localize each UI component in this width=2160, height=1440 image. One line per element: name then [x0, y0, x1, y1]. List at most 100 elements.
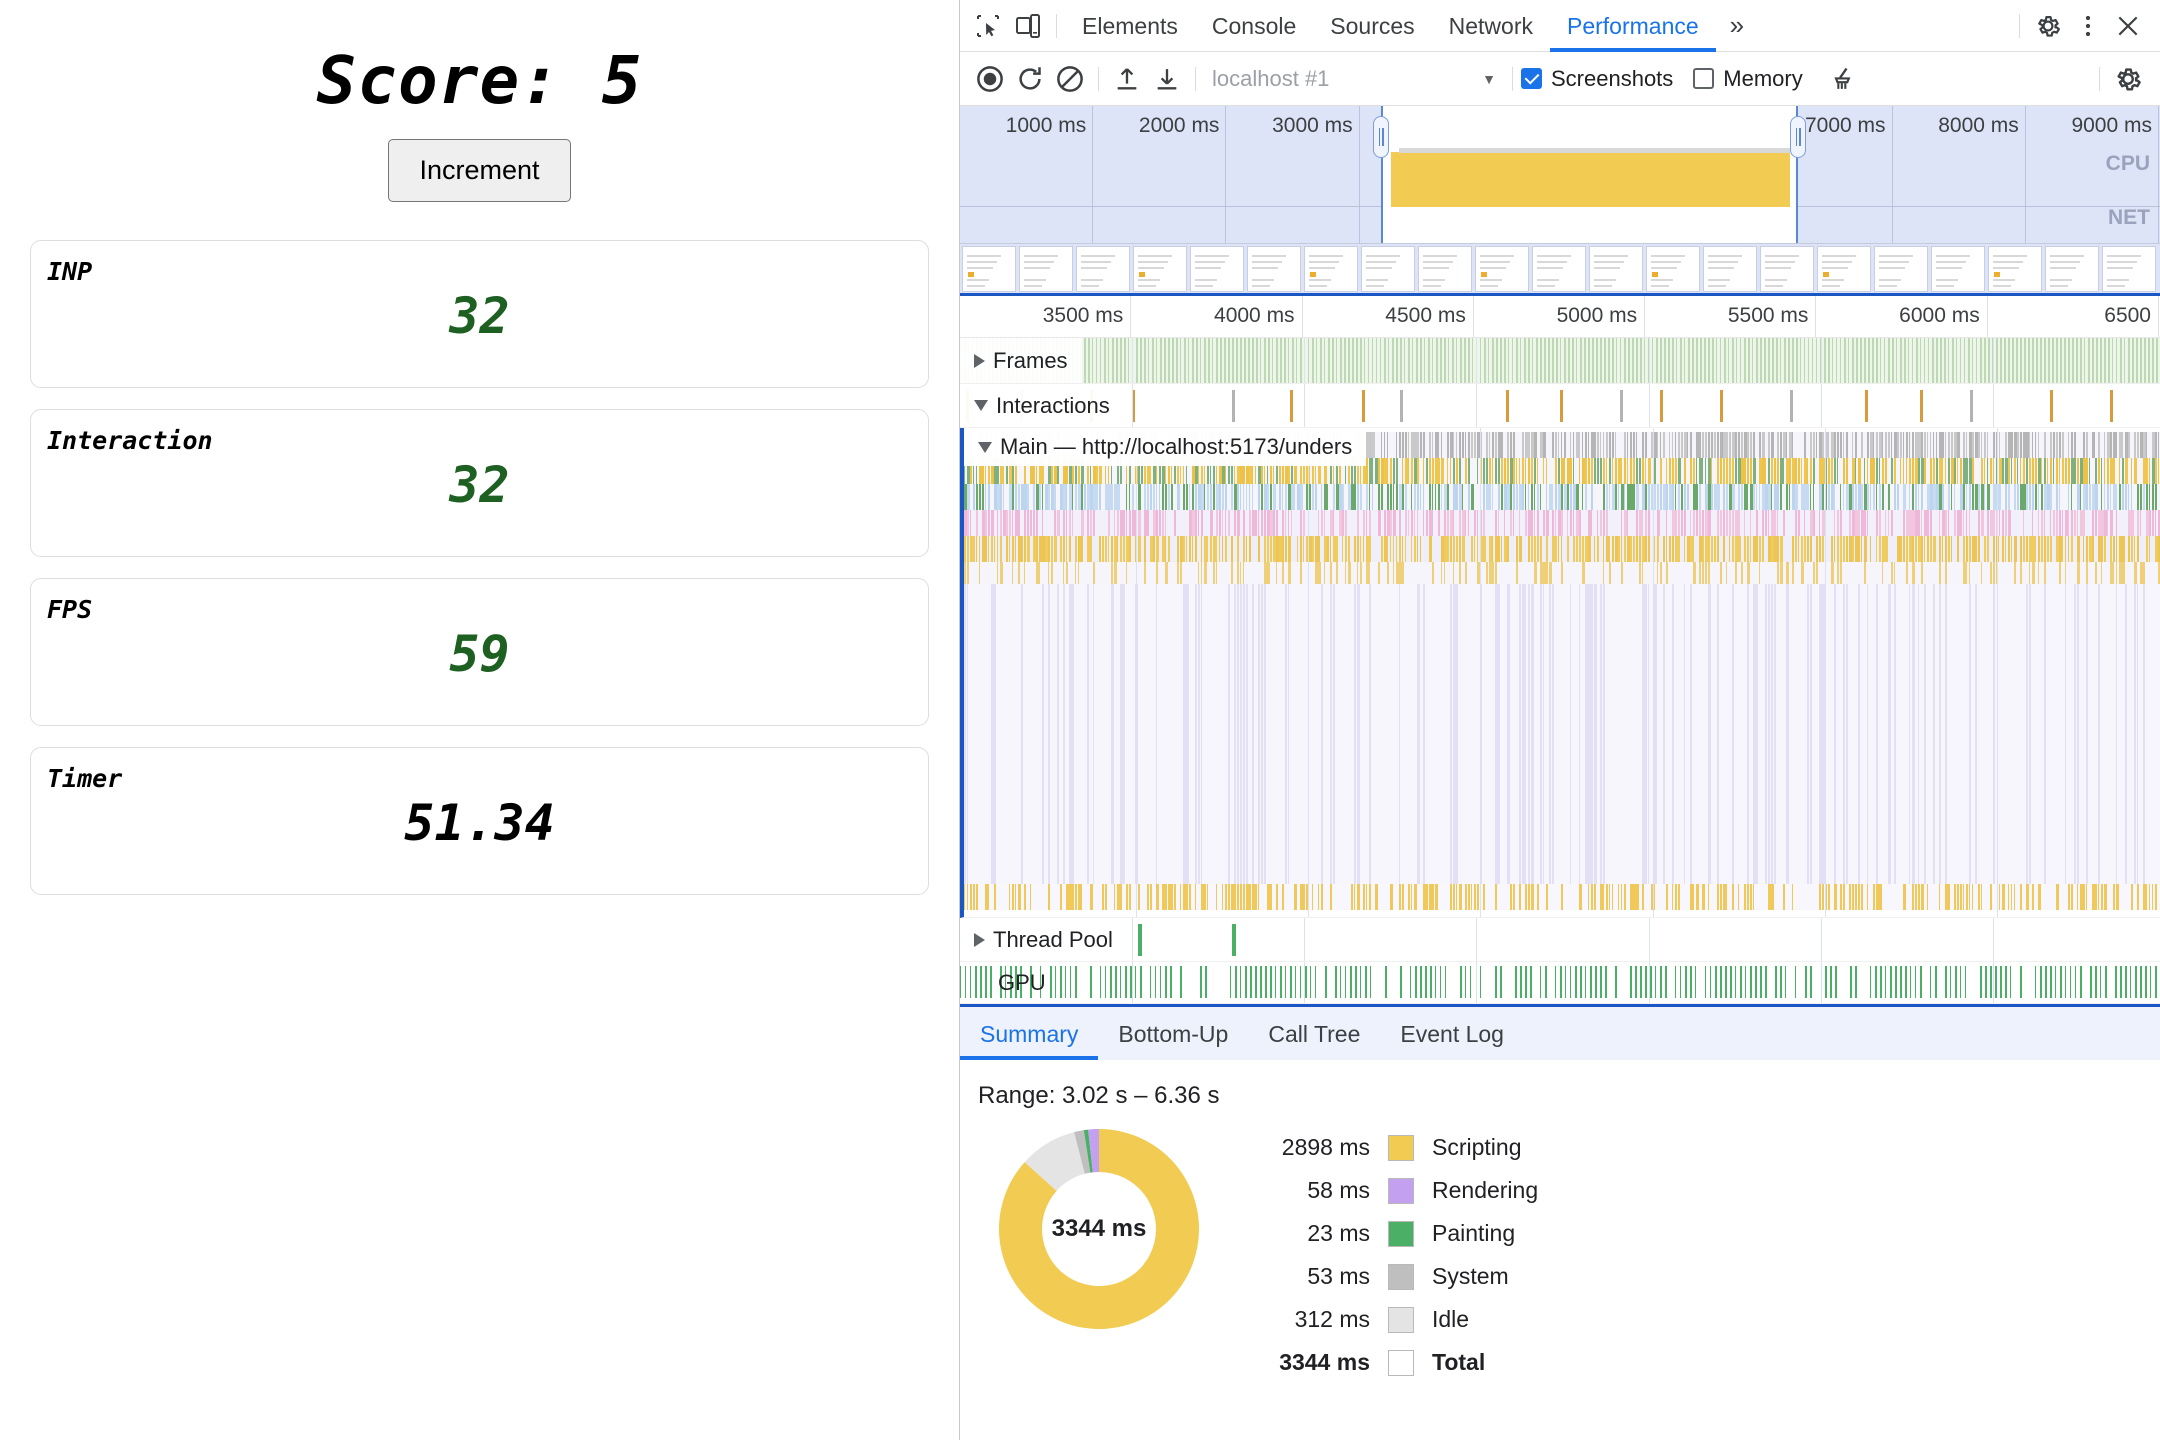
- settings-gear-icon[interactable]: [2028, 6, 2068, 46]
- tabbar-divider: [1056, 13, 1057, 38]
- track-frames-header[interactable]: Frames: [960, 338, 1082, 383]
- timeline-gridline: [1132, 918, 1134, 961]
- filmstrip-thumbnail[interactable]: [1133, 245, 1187, 292]
- close-devtools-icon[interactable]: [2108, 6, 2148, 46]
- memory-checkbox-box: [1693, 68, 1715, 89]
- timeline-gridline: [1992, 918, 1994, 961]
- track-interactions[interactable]: Interactions: [960, 384, 2160, 428]
- detail-ruler-tick-label: 4000 ms: [1214, 304, 1295, 327]
- timeline-gridline: [1820, 384, 1822, 427]
- increment-button[interactable]: Increment: [388, 139, 571, 202]
- timeline-gridline: [1648, 338, 1650, 383]
- devtools-panel: Elements Console Sources Network Performance…: [960, 0, 2160, 1440]
- filmstrip-thumbnail[interactable]: [1304, 245, 1358, 292]
- track-main[interactable]: Main — http://localhost:5173/unders: [960, 428, 2160, 918]
- legend-row[interactable]: 312 ms Idle: [1240, 1298, 1538, 1341]
- timeline-gridline: [1820, 918, 1822, 961]
- chevron-down-icon[interactable]: [974, 400, 988, 411]
- filmstrip-thumbnail[interactable]: [1418, 245, 1472, 292]
- timeline-gridline: [1476, 338, 1478, 383]
- more-options-icon[interactable]: [2068, 6, 2108, 46]
- filmstrip-thumbnail[interactable]: [1532, 245, 1586, 292]
- filmstrip-thumbnail[interactable]: [1874, 245, 1928, 292]
- overview-selection-window[interactable]: [1381, 106, 1799, 243]
- filmstrip-thumbnail[interactable]: [1475, 245, 1529, 292]
- record-button-icon[interactable]: [970, 59, 1010, 99]
- overview-tick: 3000 ms: [1226, 106, 1360, 243]
- track-gpu[interactable]: GPU: [960, 962, 2160, 1004]
- timeline-gridline: [1648, 962, 1650, 1003]
- metric-label: Interaction: [47, 426, 213, 455]
- summary-range-text: Range: 3.02 s – 6.36 s: [978, 1082, 1220, 1109]
- memory-checkbox[interactable]: Memory: [1693, 66, 1803, 92]
- details-tab-call-tree[interactable]: Call Tree: [1248, 1008, 1380, 1060]
- tab-network[interactable]: Network: [1432, 0, 1550, 52]
- filmstrip-thumbnail[interactable]: [1931, 245, 1985, 292]
- filmstrip-thumbnail[interactable]: [1703, 245, 1757, 292]
- more-tabs-icon[interactable]: »: [1716, 10, 1758, 41]
- clear-recording-icon[interactable]: [1050, 59, 1090, 99]
- metric-card: Timer 51.34: [30, 747, 929, 895]
- overview-selection-handle-left[interactable]: [1373, 116, 1390, 158]
- chevron-right-icon[interactable]: [974, 932, 985, 947]
- filmstrip-thumbnail[interactable]: [1247, 245, 1301, 292]
- legend-row[interactable]: 2898 ms Scripting: [1240, 1126, 1538, 1169]
- chevron-right-icon[interactable]: [974, 353, 985, 368]
- details-tab-summary[interactable]: Summary: [960, 1008, 1098, 1060]
- screenshots-checkbox[interactable]: Screenshots: [1521, 66, 1673, 92]
- details-tab-event-log[interactable]: Event Log: [1380, 1008, 1524, 1060]
- filmstrip-track[interactable]: [960, 244, 2160, 296]
- tab-elements[interactable]: Elements: [1065, 0, 1195, 52]
- filmstrip-thumbnail[interactable]: [1361, 245, 1415, 292]
- filmstrip-thumbnail[interactable]: [1190, 245, 1244, 292]
- timeline-overview[interactable]: 1000 ms2000 ms3000 ms4000 ms5000 ms6000 …: [960, 106, 2160, 244]
- legend-row[interactable]: 23 ms Painting: [1240, 1212, 1538, 1255]
- timeline-gridline: [1652, 428, 1654, 917]
- track-gpu-header[interactable]: GPU: [960, 962, 1060, 1003]
- inspect-element-icon[interactable]: [968, 6, 1008, 46]
- toolbar-divider-2: [1195, 66, 1196, 91]
- tab-sources[interactable]: Sources: [1313, 0, 1431, 52]
- filmstrip-thumbnail[interactable]: [1988, 245, 2042, 292]
- filmstrip-thumbnail[interactable]: [1760, 245, 1814, 292]
- capture-settings-gear-icon[interactable]: [2108, 59, 2148, 99]
- save-profile-icon[interactable]: [1147, 59, 1187, 99]
- filmstrip-thumbnail[interactable]: [1817, 245, 1871, 292]
- overview-selection-handle-right[interactable]: [1790, 116, 1807, 158]
- detail-ruler-tick-label: 5000 ms: [1556, 304, 1638, 327]
- timeline-gridline: [1820, 338, 1822, 383]
- filmstrip-thumbnail[interactable]: [1076, 245, 1130, 292]
- details-tab-bottom-up[interactable]: Bottom-Up: [1098, 1008, 1248, 1060]
- load-profile-icon[interactable]: [1107, 59, 1147, 99]
- summary-legend: 2898 ms Scripting 58 ms Rendering 23 ms Paint…: [1240, 1122, 1538, 1384]
- track-thread-pool[interactable]: Thread Pool: [960, 918, 2160, 962]
- filmstrip-thumbnail[interactable]: [1589, 245, 1643, 292]
- legend-total-label: Total: [1432, 1349, 1486, 1375]
- timeline-gridline: [1132, 384, 1134, 427]
- collect-garbage-broom-icon[interactable]: [1823, 59, 1863, 99]
- flame-chart-tracks[interactable]: Frames Interactions Main — http://localh…: [960, 338, 2160, 1004]
- filmstrip-thumbnail[interactable]: [962, 245, 1016, 292]
- legend-value: 58 ms: [1307, 1177, 1370, 1203]
- detail-ruler-tick-label: 4500 ms: [1385, 304, 1466, 327]
- track-interactions-header[interactable]: Interactions: [960, 384, 1124, 427]
- metric-value: 51.34: [404, 794, 555, 852]
- device-toolbar-icon[interactable]: [1008, 6, 1048, 46]
- filmstrip-thumbnail[interactable]: [1019, 245, 1073, 292]
- chevron-down-icon[interactable]: [978, 441, 992, 453]
- filmstrip-thumbnail[interactable]: [1646, 245, 1700, 292]
- record-and-reload-icon[interactable]: [1010, 59, 1050, 99]
- track-frames[interactable]: Frames: [960, 338, 2160, 384]
- filmstrip-thumbnail[interactable]: [2045, 245, 2099, 292]
- toolbar-right-actions: [2091, 59, 2160, 99]
- filmstrip-thumbnail[interactable]: [2102, 245, 2156, 292]
- tab-console[interactable]: Console: [1195, 0, 1313, 52]
- frames-track-canvas: [960, 338, 2160, 383]
- toolbar-divider-4: [2099, 66, 2100, 91]
- session-dropdown[interactable]: localhost #1 ▼: [1204, 61, 1504, 97]
- track-main-header[interactable]: Main — http://localhost:5173/unders: [964, 428, 1367, 466]
- track-thread-pool-header[interactable]: Thread Pool: [960, 918, 1127, 961]
- legend-row[interactable]: 53 ms System: [1240, 1255, 1538, 1298]
- tab-performance[interactable]: Performance: [1550, 0, 1716, 52]
- legend-row[interactable]: 58 ms Rendering: [1240, 1169, 1538, 1212]
